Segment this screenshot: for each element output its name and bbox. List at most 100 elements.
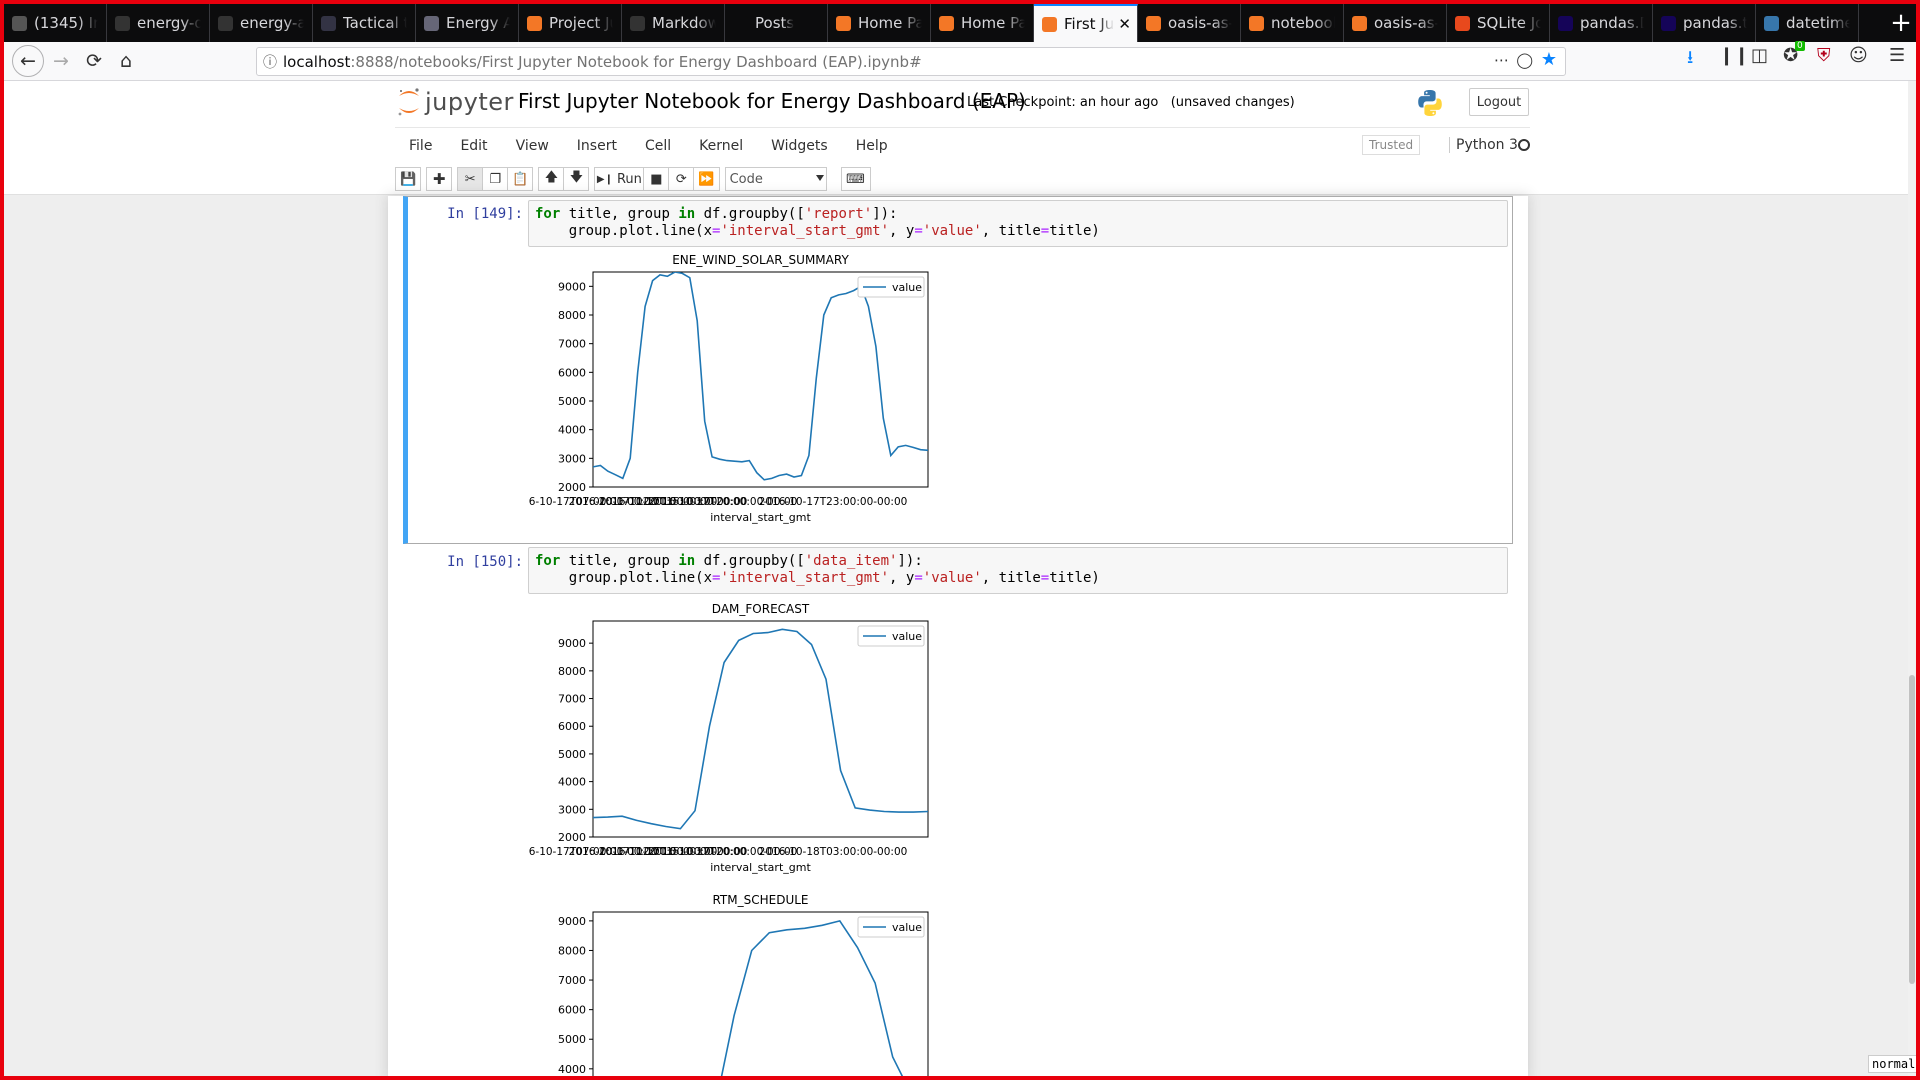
browser-tab[interactable]: First Ju ✕ bbox=[1034, 4, 1138, 42]
library-icon[interactable]: ❙❙ bbox=[1719, 45, 1749, 66]
browser-tab[interactable]: oasis-as- bbox=[1344, 4, 1447, 42]
code-input[interactable]: for title, group in df.groupby(['data_it… bbox=[528, 547, 1508, 594]
legend-label: value bbox=[892, 630, 922, 643]
restart-icon[interactable]: ⟳ bbox=[668, 167, 695, 191]
jupyter-logo-icon bbox=[398, 88, 419, 116]
move-down-icon[interactable]: 🡇 bbox=[563, 167, 590, 191]
sidebar-icon[interactable]: ◫ bbox=[1751, 45, 1768, 66]
browser-tab[interactable]: oasis-as- bbox=[1138, 4, 1241, 42]
code-token: 'data_item' bbox=[804, 553, 898, 569]
input-prompt: In [150]: bbox=[447, 554, 523, 570]
chevron-down-icon bbox=[815, 175, 824, 181]
kernel-idle-indicator bbox=[1518, 139, 1530, 151]
browser-tab[interactable]: Tactical t bbox=[313, 4, 416, 42]
home-button[interactable]: ⌂ bbox=[110, 45, 142, 77]
y-tick-label: 4000 bbox=[558, 1063, 586, 1076]
code-token: 'interval_start_gmt' bbox=[720, 223, 890, 239]
pocket-icon[interactable]: ◯ bbox=[1516, 51, 1533, 69]
close-tab-icon[interactable]: ✕ bbox=[1118, 15, 1131, 33]
notebook-title[interactable]: First Jupyter Notebook for Energy Dashbo… bbox=[518, 89, 1026, 113]
browser-tab[interactable]: energy-d bbox=[107, 4, 210, 42]
copy-cell-icon[interactable]: ❐ bbox=[482, 167, 509, 191]
restart-run-all-icon[interactable]: ⏩ bbox=[693, 167, 720, 191]
browser-tab[interactable]: Posts bbox=[725, 4, 828, 42]
url-bar[interactable]: ⓘ localhost:8888/notebooks/First Jupyter… bbox=[256, 47, 1566, 76]
code-token: df.groupby([ bbox=[695, 206, 805, 222]
code-token: = bbox=[1040, 570, 1050, 586]
menu-widgets[interactable]: Widgets bbox=[757, 138, 842, 154]
tab-label: notebook bbox=[1271, 14, 1335, 32]
new-tab-button[interactable]: + bbox=[1886, 4, 1916, 42]
forward-button[interactable]: → bbox=[45, 45, 77, 77]
python-icon bbox=[1764, 15, 1779, 31]
sync-badge: 0 bbox=[1795, 41, 1805, 51]
jupyter-logo[interactable]: jupyter bbox=[397, 87, 514, 117]
url-path: :8888/notebooks/First Jupyter Notebook f… bbox=[350, 52, 922, 71]
move-up-icon[interactable]: 🡅 bbox=[538, 167, 565, 191]
browser-tab[interactable]: Home Pa bbox=[931, 4, 1034, 42]
back-button[interactable]: ← bbox=[12, 45, 44, 77]
menu-view[interactable]: View bbox=[502, 138, 563, 154]
paste-cell-icon[interactable]: 📋 bbox=[507, 167, 534, 191]
browser-tab[interactable]: energy-a bbox=[210, 4, 313, 42]
code-input[interactable]: for title, group in df.groupby(['report'… bbox=[528, 200, 1508, 247]
menu-icon[interactable]: ☰ bbox=[1889, 45, 1905, 66]
save-icon[interactable]: 💾 bbox=[395, 167, 422, 191]
y-tick-label: 5000 bbox=[558, 748, 586, 761]
browser-tab[interactable]: datetime bbox=[1756, 4, 1859, 42]
y-tick-label: 5000 bbox=[558, 1033, 586, 1046]
cell-type-select[interactable]: Code bbox=[724, 167, 827, 191]
browser-tab[interactable]: pandas.to bbox=[1653, 4, 1756, 42]
site-info-icon[interactable]: ⓘ bbox=[257, 52, 283, 72]
browser-tab[interactable]: Home Pa bbox=[828, 4, 931, 42]
menu-cell[interactable]: Cell bbox=[631, 138, 685, 154]
run-label: Run bbox=[616, 171, 642, 187]
browser-tab[interactable]: Energy A bbox=[416, 4, 519, 42]
code-token: group.plot.line(x bbox=[535, 223, 713, 239]
ublock-icon[interactable]: ⛨ bbox=[1817, 45, 1831, 66]
browser-tab[interactable]: Project Ju bbox=[519, 4, 622, 42]
insert-cell-button[interactable]: ✚ bbox=[426, 167, 453, 191]
vertical-scrollbar[interactable] bbox=[1908, 81, 1916, 1076]
chart-title: DAM_FORECAST bbox=[712, 602, 810, 616]
url-host: localhost bbox=[283, 52, 351, 71]
account-icon[interactable]: ☺ bbox=[1849, 45, 1868, 66]
menu-help[interactable]: Help bbox=[842, 138, 902, 154]
pandas-icon bbox=[1661, 15, 1676, 31]
keyboard-shortcuts-icon[interactable]: ⌨ bbox=[840, 167, 871, 191]
y-tick-label: 2000 bbox=[558, 831, 586, 844]
code-token: , title bbox=[981, 223, 1041, 239]
reload-button[interactable]: ⟳ bbox=[78, 45, 110, 77]
code-token: = bbox=[1040, 223, 1050, 239]
logout-button[interactable]: Logout bbox=[1469, 88, 1529, 116]
menu-insert[interactable]: Insert bbox=[563, 138, 631, 154]
trusted-indicator[interactable]: Trusted bbox=[1362, 135, 1421, 155]
code-token: group.plot.line(x bbox=[535, 570, 713, 586]
lock-icon bbox=[12, 15, 27, 31]
browser-tab[interactable]: pandas.D bbox=[1550, 4, 1653, 42]
interrupt-icon[interactable]: ■ bbox=[643, 167, 670, 191]
browser-tab[interactable]: Markdow bbox=[622, 4, 725, 42]
y-tick-label: 8000 bbox=[558, 309, 586, 322]
y-tick-label: 4000 bbox=[558, 424, 586, 437]
browser-tab[interactable]: (1345) Int bbox=[4, 4, 107, 42]
page-actions-icon[interactable]: ⋯ bbox=[1494, 51, 1509, 69]
browser-tab[interactable]: SQLite Jo bbox=[1447, 4, 1550, 42]
run-button[interactable]: ▶❙ Run bbox=[594, 167, 645, 191]
menu-edit[interactable]: Edit bbox=[446, 138, 501, 154]
tab-label: (1345) Int bbox=[34, 14, 98, 32]
scrollbar-thumb[interactable] bbox=[1909, 675, 1915, 984]
code-line: group.plot.line(x='interval_start_gmt', … bbox=[535, 570, 1501, 587]
chart-dam-forecast: DAM_FORECAST 2000 3000 4000 5000 6000 7000 8000… bbox=[528, 602, 929, 874]
menu-kernel[interactable]: Kernel bbox=[685, 138, 757, 154]
menu-file[interactable]: File bbox=[395, 138, 446, 154]
y-tick-label: 6000 bbox=[558, 720, 586, 733]
tab-label: energy-d bbox=[137, 14, 201, 32]
browser-tab[interactable]: notebook bbox=[1241, 4, 1344, 42]
downloads-icon[interactable]: ⭳ bbox=[1687, 45, 1693, 75]
plot-area bbox=[592, 271, 929, 488]
sync-icon[interactable]: ✪ 0 bbox=[1783, 41, 1805, 66]
pandas-icon bbox=[1558, 15, 1573, 31]
cut-cell-icon[interactable]: ✂ bbox=[457, 167, 484, 191]
bookmark-star-icon[interactable]: ★ bbox=[1541, 49, 1557, 70]
